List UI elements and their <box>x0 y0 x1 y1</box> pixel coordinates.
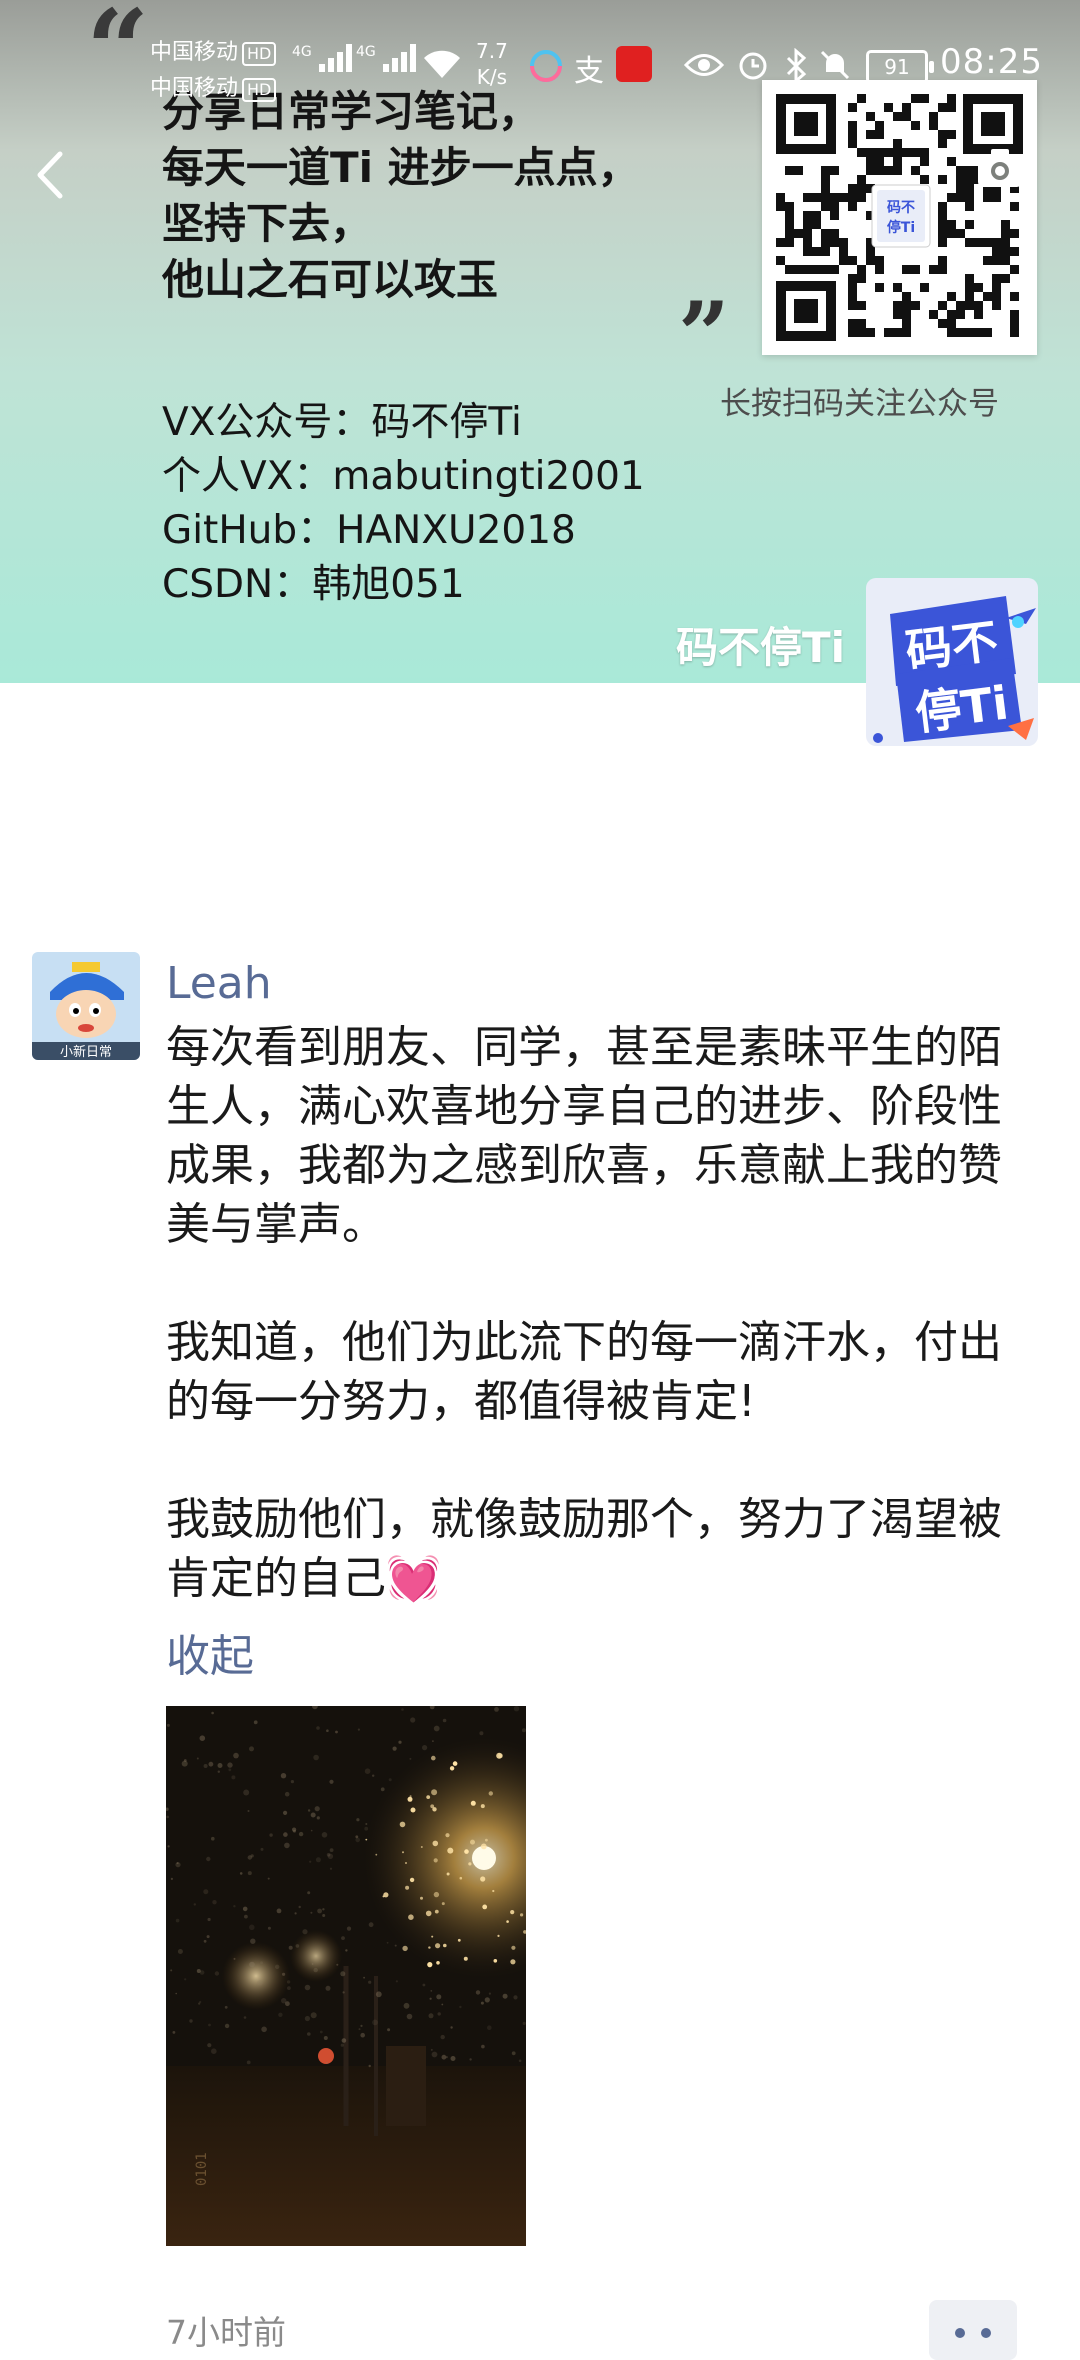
camera-icon[interactable] <box>975 145 1025 191</box>
brand-logo-icon: 码不 停Ti <box>873 596 1036 743</box>
avatar[interactable]: 小新日常 <box>32 952 140 1060</box>
post-paragraph: 我知道，他们为此流下的每一滴汗水，付出的每一分努力，都值得被肯定! <box>166 1317 1002 1427</box>
qr-caption: 长按扫码关注公众号 <box>720 386 999 422</box>
contact-line: VX公众号：码不停Ti <box>162 400 522 445</box>
carrier-1: 中国移动 HD <box>150 34 277 66</box>
clock: 08:25 <box>940 42 1043 82</box>
cover-line: 坚持下去， <box>162 199 373 248</box>
bluetooth-icon <box>786 48 807 84</box>
wifi-icon <box>424 50 460 78</box>
brand-logo: 码不 停Ti <box>866 578 1038 746</box>
back-arrow-icon[interactable] <box>30 150 74 200</box>
mute-icon <box>820 50 850 80</box>
battery-icon: 91 <box>866 50 934 84</box>
author-name[interactable]: Leah <box>166 958 272 1009</box>
carrier-2: 中国移动 HD <box>150 70 277 102</box>
svg-text:码不: 码不 <box>887 200 915 216</box>
alarm-icon <box>739 52 767 80</box>
eye-icon <box>684 54 724 76</box>
net-speed: 7.7 K/s <box>476 39 508 89</box>
cover-slogan: 分享日常学习笔记， 每天一道Ti 进步一点点， 坚持下去， 他山之石可以攻玉 <box>162 84 640 308</box>
dot-icon <box>955 2328 965 2338</box>
post-photo[interactable]: 0101 <box>166 1706 526 2246</box>
watermark-text: 码不停Ti <box>676 623 846 672</box>
post-text: 每次看到朋友、同学，甚至是素昧平生的陌生人，满心欢喜地分享自己的进步、阶段性成果… <box>166 1018 1016 1608</box>
post-paragraph: 每次看到朋友、同学，甚至是素昧平生的陌生人，满心欢喜地分享自己的进步、阶段性成果… <box>166 1022 1002 1250</box>
cover-line: 每天一道Ti 进步一点点， <box>162 143 640 192</box>
collapse-button[interactable]: 收起 <box>166 1620 254 1684</box>
svg-text:码不: 码不 <box>903 614 1001 679</box>
contact-info: VX公众号：码不停Ti 个人VX：mabutingti2001 GitHub：H… <box>162 396 645 612</box>
avatar-cartoon-icon: 小新日常 <box>32 952 140 1060</box>
browser-swirl-icon <box>530 50 562 82</box>
weibo-icon <box>616 46 652 82</box>
heart-emoji-icon: 💓 <box>386 1553 441 1604</box>
contact-line: CSDN：韩旭051 <box>162 562 465 607</box>
signal-icon: 4G <box>292 44 352 72</box>
close-quote-mark: ” <box>678 282 730 388</box>
svg-text:小新日常: 小新日常 <box>60 1044 112 1060</box>
cover-line: 他山之石可以攻玉 <box>162 255 499 304</box>
qr-code[interactable]: 码不 停Ti <box>762 80 1037 355</box>
svg-text:停Ti: 停Ti <box>887 219 915 236</box>
app-zhi-icon: 支 <box>574 54 604 89</box>
dot-icon <box>981 2328 991 2338</box>
rainy-night-photo: 0101 <box>166 1706 526 2246</box>
signal-icon: 4G <box>356 44 416 72</box>
qr-code-icon: 码不 停Ti <box>762 80 1037 355</box>
more-options-button[interactable] <box>929 2300 1017 2360</box>
contact-line: 个人VX：mabutingti2001 <box>162 454 645 499</box>
post-paragraph: 我鼓励他们，就像鼓励那个，努力了渴望被肯定的自己💓 <box>166 1494 1002 1604</box>
status-bar: 中国移动 HD 中国移动 HD 4G 4G 7.7 K/s 支 91 08:25 <box>0 0 1080 110</box>
post-time: 7小时前 <box>166 2313 286 2352</box>
contact-line: GitHub：HANXU2018 <box>162 508 576 553</box>
svg-text:0101: 0101 <box>194 2152 210 2186</box>
svg-text:停Ti: 停Ti <box>912 676 1011 741</box>
